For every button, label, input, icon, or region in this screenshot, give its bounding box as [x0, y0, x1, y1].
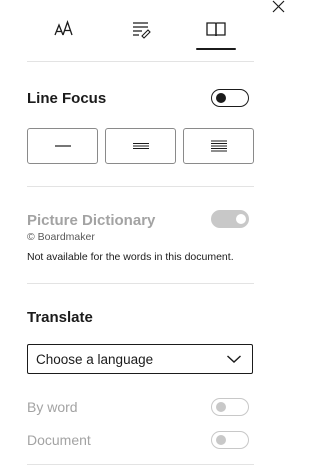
text-size-icon	[54, 20, 73, 36]
line-focus-options	[27, 128, 254, 164]
close-icon	[272, 0, 285, 13]
five-lines-icon	[210, 140, 227, 152]
language-select-label: Choose a language	[36, 351, 154, 367]
document-toggle[interactable]	[211, 431, 249, 449]
tab-reading-preferences[interactable]	[178, 18, 254, 58]
line-focus-one-line-button[interactable]	[27, 128, 98, 164]
line-focus-three-lines-button[interactable]	[105, 128, 176, 164]
picture-dictionary-title: Picture Dictionary	[27, 212, 156, 229]
book-icon	[206, 22, 226, 37]
tab-divider	[27, 61, 254, 62]
line-focus-toggle[interactable]	[211, 89, 249, 107]
one-line-icon	[54, 145, 71, 147]
by-word-toggle[interactable]	[211, 398, 249, 416]
line-focus-five-lines-button[interactable]	[183, 128, 254, 164]
toggle-knob	[215, 434, 226, 445]
tab-text-preferences[interactable]	[27, 18, 103, 58]
picture-dictionary-note: Not available for the words in this docu…	[27, 251, 234, 263]
boardmaker-credit: © Boardmaker	[27, 231, 95, 243]
text-options-icon	[132, 22, 151, 39]
tab-bar	[27, 18, 254, 58]
section-divider	[27, 464, 254, 465]
chevron-down-icon	[227, 355, 241, 363]
tab-grammar-options[interactable]	[103, 18, 179, 58]
document-label: Document	[27, 432, 91, 448]
by-word-label: By word	[27, 399, 78, 415]
section-divider	[27, 186, 254, 187]
toggle-knob	[215, 401, 226, 412]
toggle-knob	[235, 213, 246, 224]
toggle-knob	[215, 92, 226, 103]
picture-dictionary-toggle[interactable]	[211, 210, 249, 228]
section-divider	[27, 283, 254, 284]
translate-title: Translate	[27, 309, 93, 326]
line-focus-title: Line Focus	[27, 90, 107, 107]
selected-tab-indicator	[196, 48, 237, 50]
three-lines-icon	[132, 143, 149, 149]
close-button[interactable]	[270, 0, 286, 16]
language-select[interactable]: Choose a language	[27, 344, 253, 374]
